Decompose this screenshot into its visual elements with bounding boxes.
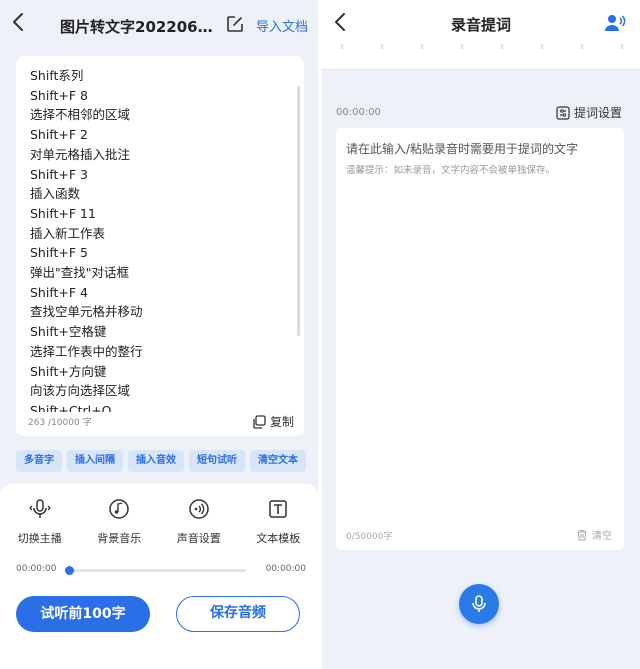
text-line: Shift+F 2 <box>30 127 89 143</box>
trash-icon <box>577 529 587 540</box>
settings-sliders-icon <box>556 105 570 120</box>
text-to-speech-panel: 图片转文字20220627113 导入文档 Shift系列 Shift+F 8 选择… <box>0 0 318 669</box>
microphone-icon <box>472 595 486 612</box>
text-template-icon <box>269 500 287 518</box>
text-line: Shift+F 3 <box>30 166 89 182</box>
prompter-text-area[interactable]: 请在此输入/粘贴录音时需要用于提词的文字 温馨提示：如未录音，文字内容不会被单独… <box>336 128 624 550</box>
tool-background-music[interactable]: 背景音乐 <box>80 498 160 546</box>
page-title: 图片转文字20220627113 <box>60 18 218 36</box>
back-icon[interactable] <box>12 12 24 37</box>
page-title: 录音提词 <box>450 16 511 34</box>
char-counter: 0/50000字 <box>346 532 393 542</box>
text-line: Shift+空格键 <box>30 324 107 340</box>
teleprompter-panel: 录音提词 00:00:00 提词设置 请在此输入/粘贴录音时需要用于提词的文字 … <box>322 0 640 669</box>
tool-row: 切换主播 背景音乐 声音设置 文本模板 <box>0 498 318 546</box>
text-line: 对单元格插入批注 <box>30 146 131 162</box>
edit-icon[interactable] <box>226 15 244 33</box>
bottom-controls: 切换主播 背景音乐 声音设置 文本模板 00:00:00 00:00:00 试听… <box>0 484 318 669</box>
text-line: 插入新工作表 <box>30 225 106 241</box>
text-placeholder[interactable]: 请在此输入/粘贴录音时需要用于提词的文字 <box>346 140 578 157</box>
text-line: 插入函数 <box>30 186 81 202</box>
settings-label: 提词设置 <box>573 106 622 120</box>
text-line: Shift+F 11 <box>30 205 96 221</box>
quick-actions: 多音字 插入间隔 插入音效 短句试听 清空文本 <box>16 450 306 472</box>
copy-icon <box>253 414 266 429</box>
chip-insert-sound[interactable]: 插入音效 <box>128 450 184 472</box>
music-note-icon <box>109 499 129 519</box>
text-line: Shift+F 8 <box>30 87 89 103</box>
text-line: 向该方向选择区域 <box>30 383 131 399</box>
text-line: 选择工作表中的整行 <box>30 343 143 359</box>
voice-user-icon[interactable] <box>604 14 626 32</box>
text-line: Shift+方向键 <box>30 363 107 379</box>
prompter-settings-button[interactable]: 提词设置 <box>556 104 622 121</box>
anchor-switch-icon <box>28 499 51 518</box>
copy-button[interactable]: 复制 <box>252 413 294 430</box>
text-editor-card[interactable]: Shift系列 Shift+F 8 选择不相邻的区域 Shift+F 2 对单元格插入批… <box>16 56 304 436</box>
hint-text: 温馨提示：如未录音，文字内容不会被单独保存。 <box>346 165 556 176</box>
scrollbar[interactable] <box>297 86 300 336</box>
chip-insert-pause[interactable]: 插入间隔 <box>67 450 123 472</box>
progress-thumb[interactable] <box>65 566 74 575</box>
clear-button[interactable]: 清空 <box>576 527 612 542</box>
text-line: 选择不相邻的区域 <box>30 107 131 123</box>
audio-player: 00:00:00 00:00:00 <box>16 564 306 578</box>
text-content[interactable]: Shift系列 Shift+F 8 选择不相邻的区域 Shift+F 2 对单元格插入批… <box>30 66 290 412</box>
tool-label: 切换主播 <box>17 532 62 545</box>
text-line: Shift+F 5 <box>30 245 89 261</box>
clear-label: 清空 <box>592 531 612 542</box>
text-line: Shift系列 <box>30 68 84 83</box>
total-time: 00:00:00 <box>265 564 306 574</box>
record-button[interactable] <box>459 584 499 624</box>
save-audio-button[interactable]: 保存音频 <box>176 596 300 632</box>
import-document-link[interactable]: 导入文档 <box>256 16 308 35</box>
tool-label: 声音设置 <box>176 532 221 545</box>
text-line: 查找空单元格并移动 <box>30 304 143 320</box>
tool-text-template[interactable]: 文本模板 <box>239 498 319 546</box>
text-line: 弹出"查找"对话框 <box>30 265 129 281</box>
header: 录音提词 <box>322 0 640 70</box>
sound-settings-icon <box>189 499 209 519</box>
preview-button[interactable]: 试听前100字 <box>16 596 150 632</box>
waveform-ruler <box>341 44 623 49</box>
header: 图片转文字20220627113 导入文档 <box>0 0 318 50</box>
char-counter: 263 /10000 字 <box>28 418 92 428</box>
chip-clear-text[interactable]: 清空文本 <box>250 450 306 472</box>
text-line: Shift+Ctrl+O <box>30 402 112 412</box>
progress-slider[interactable] <box>65 566 246 575</box>
tool-switch-anchor[interactable]: 切换主播 <box>0 498 80 546</box>
tool-label: 文本模板 <box>256 532 301 545</box>
copy-label: 复制 <box>269 415 294 429</box>
recording-time: 00:00:00 <box>336 107 381 118</box>
chip-polyphone[interactable]: 多音字 <box>16 450 62 472</box>
chip-sentence-preview[interactable]: 短句试听 <box>189 450 245 472</box>
divider <box>322 69 640 70</box>
text-line: Shift+F 4 <box>30 284 89 300</box>
tool-label: 背景音乐 <box>97 532 142 545</box>
current-time: 00:00:00 <box>16 564 57 574</box>
tool-sound-settings[interactable]: 声音设置 <box>159 498 239 546</box>
